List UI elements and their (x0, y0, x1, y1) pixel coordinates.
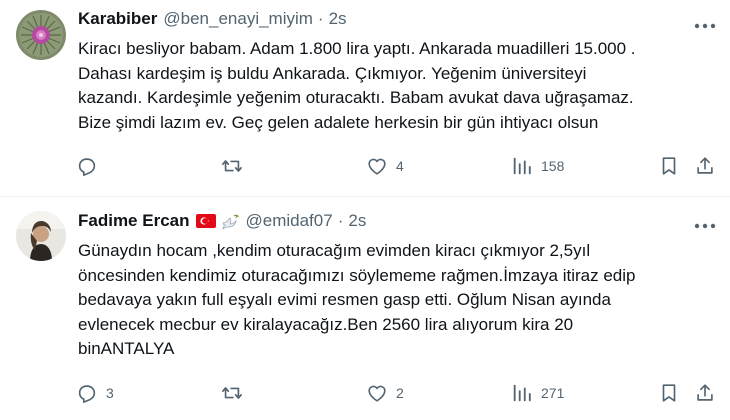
repost-button[interactable] (221, 381, 251, 405)
views-icon (513, 157, 531, 175)
views-icon (513, 384, 531, 402)
tweet-header: Karabiber @ben_enayi_miyim · 2s (78, 9, 347, 29)
action-bar: 3 2 271 (76, 381, 718, 405)
like-count: 2 (396, 385, 404, 401)
view-count: 271 (541, 385, 565, 401)
bookmark-icon (662, 384, 676, 402)
bookmark-button[interactable] (658, 154, 680, 178)
tweet-text: Kiracı besliyor babam. Adam 1.800 lira y… (78, 37, 718, 135)
share-icon (697, 384, 713, 401)
tweet-text-line: Dahası kardeşim iş buldu Ankarada. Çıkmı… (78, 63, 587, 83)
tweet-text-line: Bize şimdi lazım ev. Geç gelen adalete h… (78, 112, 599, 132)
tweet-text-line: öncesinden kendimiz oturacağımızı söylem… (78, 265, 636, 285)
view-count: 158 (541, 158, 565, 174)
avatar[interactable] (16, 211, 66, 261)
heart-icon (368, 158, 386, 175)
dove-icon (222, 214, 239, 230)
tweet-text-line: kazandı. Kardeşimle yeğenim oturacaktı. … (78, 88, 634, 108)
user-handle[interactable]: @ben_enayi_miyim (163, 9, 313, 29)
user-handle[interactable]: @emidaf07 (246, 211, 333, 231)
views-button[interactable]: 158 (511, 154, 564, 178)
reply-button[interactable] (76, 154, 106, 178)
tweet-text-line: Günaydın hocam ,kendim oturacağım evimde… (78, 241, 591, 260)
avatar[interactable] (16, 10, 66, 60)
timestamp[interactable]: 2s (348, 211, 366, 231)
repost-icon (222, 160, 242, 172)
turkey-flag-icon (195, 214, 216, 228)
reply-button[interactable]: 3 (76, 381, 114, 405)
tweet-text-line: bedavaya yakın full eşyalı evimi resmen … (78, 290, 611, 310)
more-horizontal-icon[interactable] (694, 17, 716, 29)
separator-dot: · (337, 211, 344, 230)
repost-button[interactable] (221, 154, 251, 178)
display-name[interactable]: Fadime Ercan (78, 211, 190, 231)
bookmark-button[interactable] (658, 381, 680, 405)
heart-icon (368, 385, 386, 402)
share-icon (697, 157, 713, 174)
reply-icon (78, 385, 96, 403)
tweet-text-line: Kiracı besliyor babam. Adam 1.800 lira y… (78, 39, 636, 58)
share-button[interactable] (694, 381, 716, 405)
like-button[interactable]: 4 (366, 154, 404, 178)
bookmark-icon (662, 157, 676, 175)
tweet-fadime-ercan[interactable]: Fadime Ercan @emidaf07 · 2s Günaydın hoc… (0, 197, 730, 420)
share-button[interactable] (694, 154, 716, 178)
tweet-header: Fadime Ercan @emidaf07 · 2s (78, 211, 366, 231)
tweet-text-line: binANTALYA (78, 339, 175, 359)
tweet-text: Günaydın hocam ,kendim oturacağım evimde… (78, 239, 718, 362)
views-button[interactable]: 271 (511, 381, 564, 405)
tweet-karabiber[interactable]: Karabiber @ben_enayi_miyim · 2s Kiracı b… (0, 0, 730, 196)
like-count: 4 (396, 158, 404, 174)
action-bar: 4 158 (76, 154, 718, 178)
display-name[interactable]: Karabiber (78, 9, 157, 29)
repost-icon (222, 387, 242, 399)
timestamp[interactable]: 2s (329, 9, 347, 29)
like-button[interactable]: 2 (366, 381, 404, 405)
more-horizontal-icon[interactable] (694, 217, 716, 229)
reply-icon (78, 158, 96, 176)
separator-dot: · (317, 9, 324, 28)
reply-count: 3 (106, 385, 114, 401)
tweet-text-line: evlenecek mecbur ev kiralayacağız.Ben 25… (78, 314, 574, 334)
